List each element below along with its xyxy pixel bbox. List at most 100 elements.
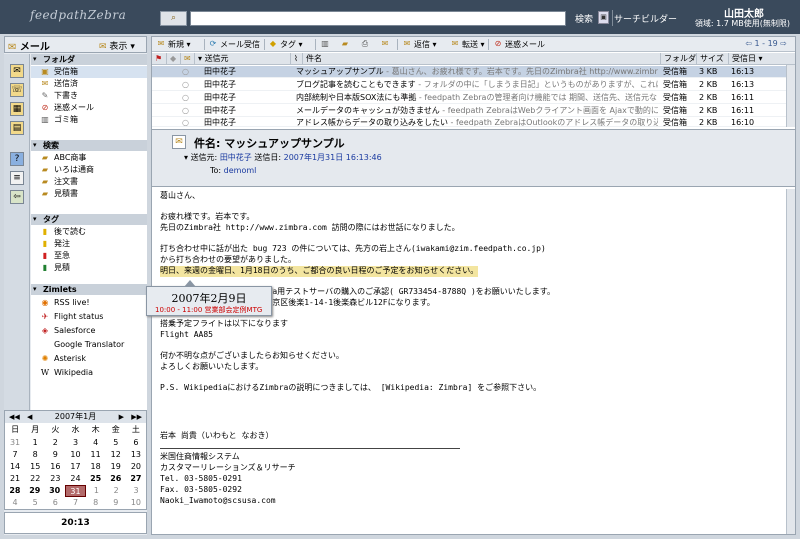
zimlet-item[interactable]: ✈ Flight status (31, 311, 147, 323)
calendar-day[interactable]: 17 (65, 461, 85, 473)
contacts-app-icon[interactable]: ☏ (10, 83, 24, 97)
column-header-folder[interactable]: フォルダ (660, 53, 696, 65)
zimlet-item[interactable]: W Wikipedia (31, 367, 147, 379)
calendar-day[interactable]: 13 (126, 449, 146, 461)
app-mail-button[interactable]: ✉ メール (8, 38, 50, 53)
calendar-day[interactable]: 8 (86, 497, 106, 509)
saved-search-item[interactable]: ▰ 注文書 (31, 176, 147, 188)
calendar-day[interactable]: 18 (86, 461, 106, 473)
prev-month-icon[interactable]: ◀ (27, 411, 32, 423)
calendar-day[interactable]: 12 (106, 449, 126, 461)
calendar-day[interactable]: 28 (5, 485, 25, 497)
message-row[interactable]: ○ 田中花子 マッシュアップサンプル - 葛山さん、お疲れ様です。岩本です。先日… (152, 66, 795, 78)
calendar-day[interactable]: 23 (45, 473, 65, 485)
sender-link[interactable]: 田中花子 (220, 153, 252, 162)
section-header-zimlets[interactable]: ▾ Zimlets (31, 284, 147, 295)
calendar-day[interactable]: 10 (126, 497, 146, 509)
saved-search-item[interactable]: ▰ 見積書 (31, 188, 147, 200)
expand-icon[interactable]: ▾ (184, 153, 188, 162)
flag-column-header[interactable]: ⚑ (152, 53, 166, 65)
forward-button[interactable]: ✉ 転送 ▾ (450, 39, 485, 50)
calendar-day[interactable]: 2 (45, 437, 65, 449)
column-header-from[interactable]: ▾ 送信元 (194, 53, 290, 65)
calendar-app-icon[interactable]: ▦ (10, 102, 24, 116)
next-month-icon[interactable]: ▶ (119, 411, 124, 423)
calendar-day[interactable]: 8 (25, 449, 45, 461)
calendar-day[interactable]: 30 (45, 485, 65, 497)
saved-search-item[interactable]: ▰ いろは通商 (31, 164, 147, 176)
tag-column-header[interactable]: ◆ (166, 53, 180, 65)
mark-read-button[interactable]: ✉ (380, 39, 392, 50)
notes-app-icon[interactable]: ▤ (10, 121, 24, 135)
receive-mail-button[interactable]: ⟳ メール受信 (208, 39, 260, 50)
folder-trash[interactable]: ▥ ゴミ箱 (31, 114, 147, 126)
folder-spam[interactable]: ⊘ 迷惑メール (31, 102, 147, 114)
section-header-tags[interactable]: ▾ タグ (31, 214, 147, 225)
calendar-day[interactable]: 6 (45, 497, 65, 509)
calendar-day[interactable]: 20 (126, 461, 146, 473)
calendar-day[interactable]: 4 (5, 497, 25, 509)
calendar-day[interactable]: 11 (86, 449, 106, 461)
body-line-tel[interactable]: Tel. 03-5805-0291 (160, 474, 242, 485)
logout-icon[interactable]: ⇦ (10, 190, 24, 204)
calendar-day[interactable]: 3 (126, 485, 146, 497)
calendar-day[interactable]: 22 (25, 473, 45, 485)
move-button[interactable]: ▰ (340, 39, 352, 50)
new-button[interactable]: ✉ 新規 ▾ (156, 39, 191, 50)
calendar-day[interactable]: 10 (65, 449, 85, 461)
mail-app-icon[interactable]: ✉ (10, 64, 24, 78)
calendar-day[interactable]: 9 (106, 497, 126, 509)
calendar-day-today[interactable]: 31 (64, 485, 87, 497)
status-column-header[interactable]: ✉ (180, 53, 194, 65)
calendar-day[interactable]: 7 (5, 449, 25, 461)
calendar-day[interactable]: 16 (45, 461, 65, 473)
body-line-fax[interactable]: Fax. 03-5805-0292 (160, 485, 242, 496)
tag-button[interactable]: ◆ タグ ▾ (268, 39, 303, 50)
body-line-wikipedia[interactable]: P.S. WikipediaにおけるZimbraの説明につきましては、 [Wik… (160, 383, 541, 394)
zimlet-item[interactable]: ◈ Salesforce (31, 325, 147, 337)
calendar-day[interactable]: 6 (126, 437, 146, 449)
document-icon[interactable]: ≡ (10, 171, 24, 185)
next-year-icon[interactable]: ▶▶ (131, 411, 142, 423)
body-line-email-link[interactable]: Naoki_Iwamoto@scsusa.com (160, 496, 276, 507)
tag-item[interactable]: ▮ 発注 (31, 238, 147, 250)
message-row[interactable]: ○ 田中花子 アドレス帳からデータの取り込みをしたい - feedpath Ze… (152, 118, 795, 127)
section-header-searches[interactable]: ▾ 検索 (31, 140, 147, 151)
search-button[interactable]: 検索 (575, 12, 593, 25)
body-line-flight[interactable]: Flight AA85 (160, 330, 213, 341)
calendar-day[interactable]: 4 (86, 437, 106, 449)
tag-item[interactable]: ▮ 見積 (31, 262, 147, 274)
body-line-date-highlight[interactable]: 明日、来週の金曜日、1月18日のうち、ご都合の良い日程のご予定をお知らせください… (160, 266, 479, 277)
save-search-icon[interactable]: ▣ (598, 11, 609, 24)
calendar-day[interactable]: 1 (86, 485, 106, 497)
folder-inbox[interactable]: ▣ 受信箱 (31, 66, 147, 78)
message-row[interactable]: ○ 田中花子 内部統制や日本版SOX法にも準拠 - feedpath Zebra… (152, 92, 795, 104)
message-list-scrollbar[interactable] (786, 65, 795, 127)
calendar-day[interactable]: 14 (5, 461, 25, 473)
column-header-size[interactable]: サイズ (696, 53, 728, 65)
view-menu-button[interactable]: ✉ 表示 ▾ (99, 39, 135, 52)
calendar-day[interactable]: 5 (25, 497, 45, 509)
calendar-day[interactable]: 3 (65, 437, 85, 449)
message-body-scrollbar[interactable] (786, 189, 795, 534)
tag-item[interactable]: ▮ 後で読む (31, 226, 147, 238)
calendar-day[interactable]: 19 (106, 461, 126, 473)
zimlet-item[interactable]: Google Translator (31, 339, 147, 351)
calendar-day[interactable]: 21 (5, 473, 25, 485)
search-type-icon[interactable]: ⌕ (160, 11, 187, 26)
calendar-day[interactable]: 1 (25, 437, 45, 449)
calendar-day[interactable]: 29 (25, 485, 45, 497)
delete-button[interactable]: ▥ (320, 39, 332, 50)
section-header-folders[interactable]: ▾ フォルダ (31, 54, 147, 65)
calendar-day[interactable]: 7 (65, 497, 85, 509)
calendar-day[interactable]: 24 (65, 473, 85, 485)
zimlet-item[interactable]: ✺ Asterisk (31, 353, 147, 365)
folder-drafts[interactable]: ✎ 下書き (31, 90, 147, 102)
reply-button[interactable]: ✉ 返信 ▾ (402, 39, 437, 50)
recipient-link[interactable]: demoml (224, 166, 257, 175)
calendar-day[interactable]: 27 (126, 473, 146, 485)
zimlet-item[interactable]: ◉ RSS live! (31, 297, 147, 309)
calendar-day[interactable]: 5 (106, 437, 126, 449)
tag-item[interactable]: ▮ 至急 (31, 250, 147, 262)
spam-button[interactable]: ⊘ 迷惑メール (493, 39, 545, 50)
